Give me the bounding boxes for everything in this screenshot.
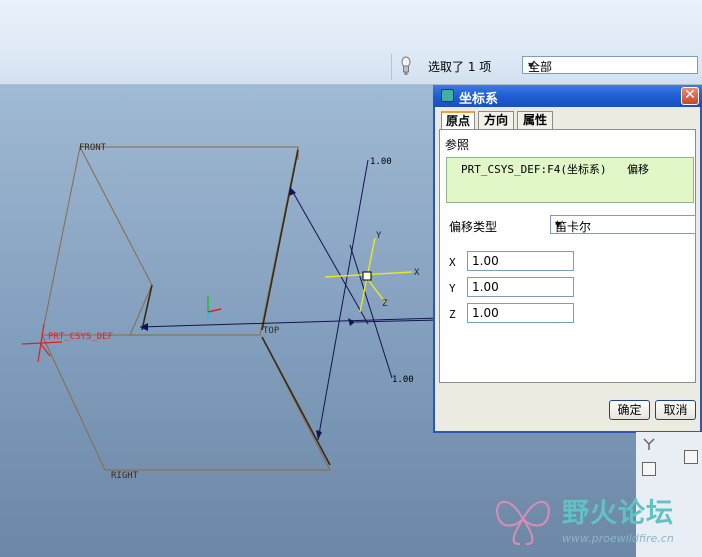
datum-axis-icon[interactable] [642, 437, 656, 451]
close-icon: ✕ [684, 87, 696, 103]
ok-button[interactable]: 确定 [609, 400, 650, 420]
selection-filter-dropdown[interactable]: 全部 ▼ [522, 56, 698, 74]
reference-type[interactable]: 偏移 [627, 161, 649, 177]
x-offset-value: 1.00 [472, 254, 499, 268]
datum-plane-top [41, 334, 331, 471]
datum-display-icon[interactable] [684, 450, 698, 464]
selection-status: 选取了 1 项 [428, 60, 492, 74]
datum-plane-front [41, 146, 299, 336]
y-label: Y [449, 282, 456, 295]
reference-name: PRT_CSYS_DEF:F4(坐标系) [461, 163, 607, 176]
x-label: X [449, 256, 456, 269]
y-offset-input[interactable]: 1.00 [467, 277, 574, 297]
dialog-title: 坐标系 [459, 92, 499, 107]
x-offset-input[interactable]: 1.00 [467, 251, 574, 271]
dialog-titlebar[interactable]: 坐标系 ✕ [433, 85, 702, 107]
preview-axis-x: X [414, 268, 420, 278]
dimension-lines [139, 159, 441, 441]
tab-origin[interactable]: 原点 [441, 111, 475, 130]
dimension-value-top: 1.00 [370, 157, 392, 167]
z-label: Z [449, 308, 456, 321]
lightbulb-icon [401, 56, 411, 75]
origin-panel: 参照 PRT_CSYS_DEF:F4(坐标系) 偏移 偏移类型 笛卡尔 ▼ X … [439, 129, 696, 383]
datum-top-label: TOP [263, 326, 280, 336]
cancel-button[interactable]: 取消 [655, 400, 696, 420]
csys-icon [441, 89, 454, 102]
offset-type-label: 偏移类型 [449, 220, 498, 234]
datum-right-label: RIGHT [111, 471, 139, 481]
view-triad-icon [207, 296, 222, 320]
dimension-value-bottom: 1.00 [392, 375, 414, 385]
csys-name-label: PRT_CSYS_DEF [48, 332, 113, 342]
reference-label: 参照 [445, 138, 470, 152]
watermark-name: 野火论坛 [562, 498, 674, 529]
z-offset-input[interactable]: 1.00 [467, 303, 574, 323]
tab-orientation[interactable]: 方向 [478, 111, 514, 129]
top-toolbar: 选取了 1 项 全部 ▼ [0, 0, 702, 85]
datum-front-label: FRONT [79, 143, 107, 153]
csys-origin-handle[interactable] [362, 271, 372, 281]
toolbar-separator [391, 54, 392, 80]
default-csys [21, 323, 63, 363]
y-offset-value: 1.00 [472, 280, 499, 294]
close-button[interactable]: ✕ [681, 87, 699, 105]
datum-plane-right [42, 146, 153, 336]
offset-type-select[interactable]: 笛卡尔 ▼ [550, 215, 696, 234]
datum-planes [41, 146, 331, 471]
tab-properties[interactable]: 属性 [517, 111, 553, 129]
view-tool-icon[interactable] [642, 462, 656, 476]
csys-dialog: 坐标系 ✕ 原点 方向 属性 参照 PRT_CSYS_DEF:F4(坐标系) 偏… [433, 85, 702, 433]
chevron-down-icon: ▼ [528, 61, 535, 70]
watermark-url: www.proewildfire.cn [562, 532, 674, 545]
preview-axis-y: Y [376, 231, 382, 241]
z-offset-value: 1.00 [472, 306, 499, 320]
preview-axis-z: Z [382, 299, 388, 309]
butterfly-logo-icon [496, 500, 550, 545]
chevron-down-icon: ▼ [555, 220, 562, 229]
reference-collector[interactable]: PRT_CSYS_DEF:F4(坐标系) 偏移 [446, 157, 694, 203]
